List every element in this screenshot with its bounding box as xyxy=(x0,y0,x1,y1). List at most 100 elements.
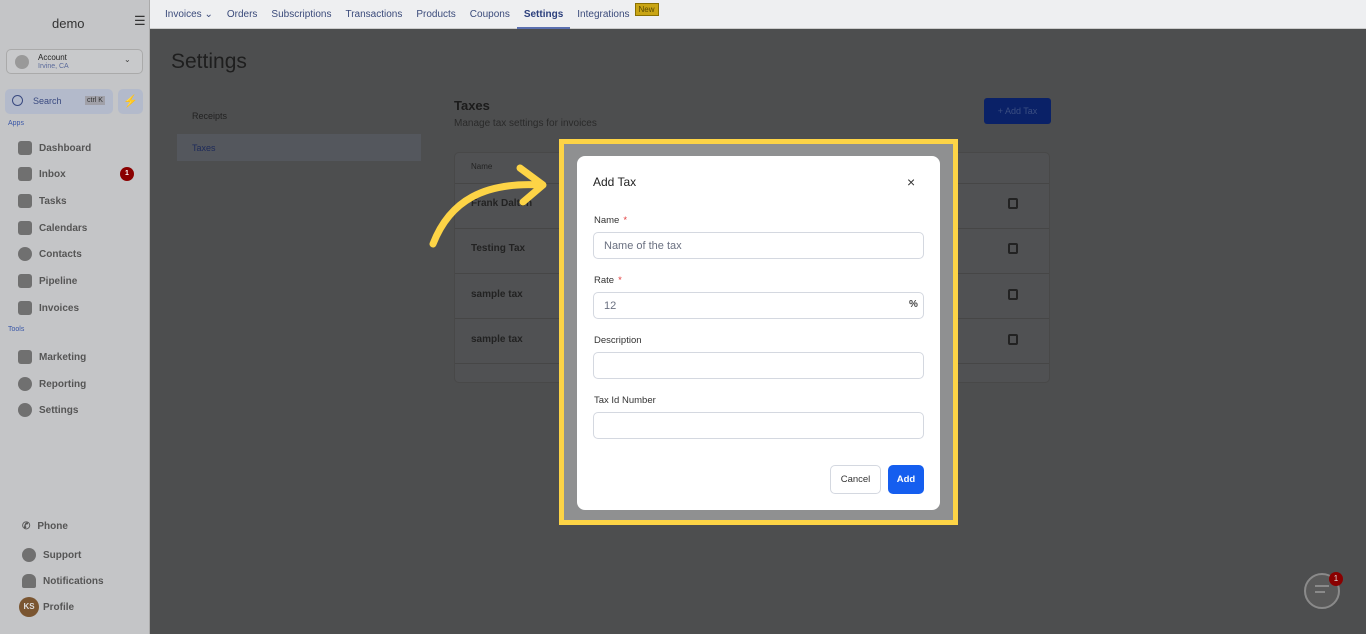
pie-chart-icon xyxy=(18,377,32,391)
label: Support xyxy=(43,549,82,561)
tab-products[interactable]: Products xyxy=(409,0,462,29)
label: Integrations xyxy=(577,8,630,20)
label: Reporting xyxy=(39,378,87,390)
subnav-receipts[interactable]: Receipts xyxy=(192,111,227,121)
invoices-icon xyxy=(18,301,32,315)
required-mark: * xyxy=(618,275,622,286)
search-label: Search xyxy=(33,96,62,106)
tab-subscriptions[interactable]: Subscriptions xyxy=(264,0,338,29)
sidebar-item-settings[interactable]: Settings xyxy=(18,403,78,417)
sidebar-item-reporting[interactable]: Reporting xyxy=(18,377,86,391)
chat-icon-line xyxy=(1315,591,1325,593)
tab-transactions[interactable]: Transactions xyxy=(338,0,409,29)
label: Dashboard xyxy=(39,142,92,154)
search-shortcut: ctrl K xyxy=(85,96,105,105)
label: Tasks xyxy=(39,195,67,207)
account-icon xyxy=(15,55,29,69)
tab-invoices[interactable]: Invoices ⌄ xyxy=(158,0,220,29)
rate-input[interactable] xyxy=(593,292,924,319)
inbox-icon xyxy=(18,167,32,181)
sidebar: demo ☰ Account Irvine, CA ⌄ Search ctrl … xyxy=(0,0,150,634)
label: Name xyxy=(594,215,620,226)
label: Taxes xyxy=(192,143,216,153)
label: Contacts xyxy=(39,248,82,260)
support-icon xyxy=(22,548,36,562)
chat-badge: 1 xyxy=(1329,572,1343,586)
sidebar-item-contacts[interactable]: Contacts xyxy=(18,247,82,261)
chevron-down-icon: ⌄ xyxy=(124,55,131,64)
dashboard-icon xyxy=(18,141,32,155)
label: Pipeline xyxy=(39,275,78,287)
close-icon[interactable]: × xyxy=(907,174,915,190)
menu-toggle-icon[interactable]: ☰ xyxy=(134,13,146,29)
tab-orders[interactable]: Orders xyxy=(220,0,265,29)
new-badge: New xyxy=(634,2,659,16)
tasks-icon xyxy=(18,194,32,208)
quick-actions-button[interactable]: ⚡ xyxy=(118,89,143,114)
cancel-button[interactable]: Cancel xyxy=(830,465,881,494)
phone-icon: ✆ xyxy=(22,521,31,532)
table-row-name: sample tax xyxy=(471,289,523,300)
pipeline-icon xyxy=(18,274,32,288)
page-title: Settings xyxy=(171,50,247,73)
arrow-annotation-icon xyxy=(429,164,547,248)
sidebar-item-invoices[interactable]: Invoices xyxy=(18,301,79,315)
delete-icon[interactable] xyxy=(1008,198,1018,209)
add-button[interactable]: Add xyxy=(888,465,924,494)
add-tax-modal: Add Tax × Name* Rate* % Description Tax … xyxy=(577,156,940,510)
sidebar-item-dashboard[interactable]: Dashboard xyxy=(18,141,91,155)
tab-integrations[interactable]: Integrations New xyxy=(570,0,659,29)
account-switcher[interactable]: Account Irvine, CA ⌄ xyxy=(6,49,143,74)
search-icon xyxy=(12,95,23,106)
label: Invoices xyxy=(39,302,80,314)
sidebar-item-marketing[interactable]: Marketing xyxy=(18,350,86,364)
modal-title: Add Tax xyxy=(593,175,637,189)
label: Notifications xyxy=(43,575,104,587)
search-button[interactable]: Search ctrl K xyxy=(5,89,113,114)
tax-id-label: Tax Id Number xyxy=(594,395,656,406)
sidebar-item-calendars[interactable]: Calendars xyxy=(18,221,87,235)
label: Calendars xyxy=(39,222,88,234)
description-label: Description xyxy=(594,335,642,346)
top-nav: Invoices ⌄ Orders Subscriptions Transact… xyxy=(150,0,1366,29)
table-row-name: sample tax xyxy=(471,334,523,345)
chat-icon xyxy=(1315,585,1329,587)
label: Phone xyxy=(37,521,68,532)
sidebar-item-profile[interactable]: KS Profile xyxy=(19,597,74,617)
percent-suffix: % xyxy=(909,299,918,310)
avatar: KS xyxy=(19,597,39,617)
brand-logo: demo xyxy=(52,16,85,31)
sidebar-item-notifications[interactable]: Notifications xyxy=(22,574,104,588)
tools-section-label: Tools xyxy=(8,326,25,333)
required-mark: * xyxy=(623,215,628,226)
label: Marketing xyxy=(39,351,87,363)
delete-icon[interactable] xyxy=(1008,289,1018,300)
delete-icon[interactable] xyxy=(1008,243,1018,254)
label: Invoices xyxy=(165,8,202,20)
megaphone-icon xyxy=(18,350,32,364)
sidebar-item-pipeline[interactable]: Pipeline xyxy=(18,274,77,288)
label: Profile xyxy=(43,601,75,613)
taxes-subtitle: Manage tax settings for invoices xyxy=(454,118,597,129)
delete-icon[interactable] xyxy=(1008,334,1018,345)
sidebar-item-inbox[interactable]: Inbox 1 xyxy=(18,167,134,181)
tab-coupons[interactable]: Coupons xyxy=(463,0,517,29)
sidebar-item-support[interactable]: Support xyxy=(22,548,81,562)
name-input[interactable] xyxy=(593,232,924,259)
tab-settings[interactable]: Settings xyxy=(516,0,571,29)
name-label: Name * xyxy=(594,215,627,226)
description-input[interactable] xyxy=(593,352,924,379)
sidebar-item-tasks[interactable]: Tasks xyxy=(18,194,67,208)
add-tax-button[interactable]: + Add Tax xyxy=(984,98,1051,124)
tax-id-input[interactable] xyxy=(593,412,924,439)
account-name: Account xyxy=(38,53,67,62)
bell-icon xyxy=(22,574,36,588)
calendar-icon xyxy=(18,221,32,235)
sidebar-item-phone[interactable]: ✆ Phone xyxy=(22,521,68,532)
rate-label: Rate * xyxy=(594,275,622,286)
gear-icon xyxy=(18,403,32,417)
taxes-title: Taxes xyxy=(454,98,490,113)
account-location: Irvine, CA xyxy=(38,63,69,70)
subnav-taxes[interactable]: Taxes xyxy=(177,134,421,161)
label: Settings xyxy=(39,404,79,416)
